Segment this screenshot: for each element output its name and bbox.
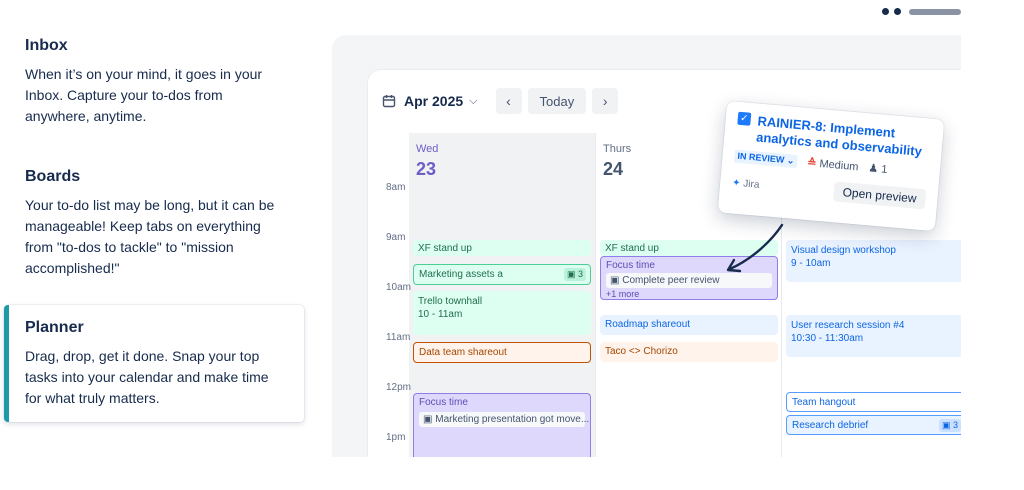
source-label: Jira xyxy=(742,177,760,191)
event-title: Focus time xyxy=(419,397,468,408)
day-number: 23 xyxy=(416,159,437,179)
day-name: Wed xyxy=(416,143,439,155)
linked-card[interactable]: ▣ Marketing presentation got move... xyxy=(419,412,589,427)
card-footer: ✦ Jira Open preview xyxy=(731,172,927,210)
feature-inbox[interactable]: Inbox When it’s on your mind, it goes in… xyxy=(4,37,304,127)
calendar-icon xyxy=(382,95,396,108)
planner-preview: Apr 2025 ⌵ ‹ Today › Wed 23 Thurs 24 8am… xyxy=(332,35,961,457)
count: 3 xyxy=(577,269,583,279)
pager-dot[interactable] xyxy=(894,8,901,15)
event-xf-standup-wed[interactable]: XF stand up xyxy=(413,240,591,256)
hour-label: 8am xyxy=(386,182,406,193)
priority: ≙ Medium xyxy=(807,156,859,173)
card-title: Marketing presentation got move... xyxy=(435,414,590,425)
event-roadmap-shareout[interactable]: Roadmap shareout xyxy=(600,315,778,335)
prev-button[interactable]: ‹ xyxy=(495,88,522,114)
jira-source: ✦ Jira xyxy=(732,177,760,190)
feature-boards[interactable]: Boards Your to-do list may be long, but … xyxy=(4,168,304,279)
feature-title: Inbox xyxy=(25,37,68,54)
event-visual-design-workshop[interactable]: Visual design workshop 9 - 10am xyxy=(786,240,961,282)
pager-dot[interactable] xyxy=(882,8,889,15)
event-title: Trello townhall xyxy=(418,296,483,307)
chevron-left-icon: ‹ xyxy=(506,93,511,109)
more-link[interactable]: +1 more xyxy=(606,289,772,299)
event-user-research[interactable]: User research session #4 10:30 - 11:30am xyxy=(786,315,961,357)
feature-title: Planner xyxy=(25,319,84,336)
checkbox-icon: ✓ xyxy=(737,111,752,126)
hour-label: 9am xyxy=(386,232,406,243)
card-icon: ▣ xyxy=(941,420,951,430)
card-icon: ▣ xyxy=(566,269,576,279)
chevron-down-icon[interactable]: ⌵ xyxy=(469,95,477,108)
next-button[interactable]: › xyxy=(592,88,619,114)
event-time: 10 - 11am xyxy=(418,309,463,320)
priority-label: Medium xyxy=(818,158,859,174)
event-title: Research debrief xyxy=(792,420,869,431)
event-research-debrief[interactable]: Research debrief ▣ 3 xyxy=(786,415,961,435)
feature-description: When it’s on your mind, it goes in your … xyxy=(25,66,263,124)
priority-icon: ≙ xyxy=(806,156,817,170)
assignee-count: 1 xyxy=(880,163,888,176)
month-label[interactable]: Apr 2025 xyxy=(404,93,463,109)
event-time: 10:30 - 11:30am xyxy=(791,333,864,344)
day-name: Thurs xyxy=(603,143,632,155)
hour-label: 12pm xyxy=(386,382,412,393)
open-preview-button[interactable]: Open preview xyxy=(832,181,927,210)
assignees: ♟ 1 xyxy=(868,161,888,176)
event-title: XF stand up xyxy=(605,243,659,254)
event-title: Taco <> Chorizo xyxy=(605,346,678,357)
card-count-badge: ▣ 3 xyxy=(938,419,961,432)
event-time: 9 - 10am xyxy=(791,258,831,269)
carousel-pager[interactable] xyxy=(882,8,961,15)
event-team-hangout[interactable]: Team hangout xyxy=(786,392,961,412)
event-taco-chorizo[interactable]: Taco <> Chorizo xyxy=(600,342,778,362)
card-title: Complete peer review xyxy=(622,275,720,286)
event-title: Data team shareout xyxy=(419,347,507,358)
event-title: User research session #4 xyxy=(791,320,905,331)
chevron-right-icon: › xyxy=(602,93,608,109)
event-title: Marketing assets a xyxy=(419,269,503,280)
event-title: Team hangout xyxy=(792,397,856,408)
event-title: Visual design workshop xyxy=(791,245,896,256)
arrow-annotation xyxy=(726,223,784,273)
event-marketing-assets[interactable]: Marketing assets a ▣ 3 xyxy=(413,264,591,285)
status-badge[interactable]: IN REVIEW ⌄ xyxy=(733,149,798,169)
hour-label: 1pm xyxy=(386,432,406,443)
pager-active-bar[interactable] xyxy=(909,8,961,15)
column-divider xyxy=(595,133,596,457)
people-icon: ♟ xyxy=(867,162,879,176)
feature-title: Boards xyxy=(25,168,81,185)
card-icon: ▣ xyxy=(423,414,433,425)
hour-label: 11am xyxy=(386,332,411,343)
card-count-badge: ▣ 3 xyxy=(563,268,586,281)
feature-description: Your to-do list may be long, but it can … xyxy=(25,197,275,276)
event-focus-time-wed[interactable]: Focus time ▣ Marketing presentation got … xyxy=(413,393,591,457)
event-title: XF stand up xyxy=(418,243,472,254)
feature-planner[interactable]: Planner Drag, drop, get it done. Snap yo… xyxy=(4,305,304,422)
jira-icon: ✦ xyxy=(731,176,742,189)
calendar-toolbar: Apr 2025 ⌵ ‹ Today › xyxy=(382,88,619,114)
jira-issue-card[interactable]: ✓ RAINIER-8: Implement analytics and obs… xyxy=(717,100,945,232)
event-title: Roadmap shareout xyxy=(605,319,691,330)
count: 3 xyxy=(952,420,958,430)
card-icon: ▣ xyxy=(610,275,620,286)
today-button[interactable]: Today xyxy=(527,88,587,114)
hour-label: 10am xyxy=(386,282,412,293)
event-trello-townhall[interactable]: Trello townhall 10 - 11am xyxy=(413,291,591,335)
day-number: 24 xyxy=(603,159,624,179)
feature-description: Drag, drop, get it done. Snap your top t… xyxy=(25,348,269,406)
day-header-wed[interactable]: Wed 23 xyxy=(416,143,438,180)
day-header-thurs[interactable]: Thurs 24 xyxy=(603,143,631,180)
event-data-team-shareout[interactable]: Data team shareout xyxy=(413,342,591,363)
